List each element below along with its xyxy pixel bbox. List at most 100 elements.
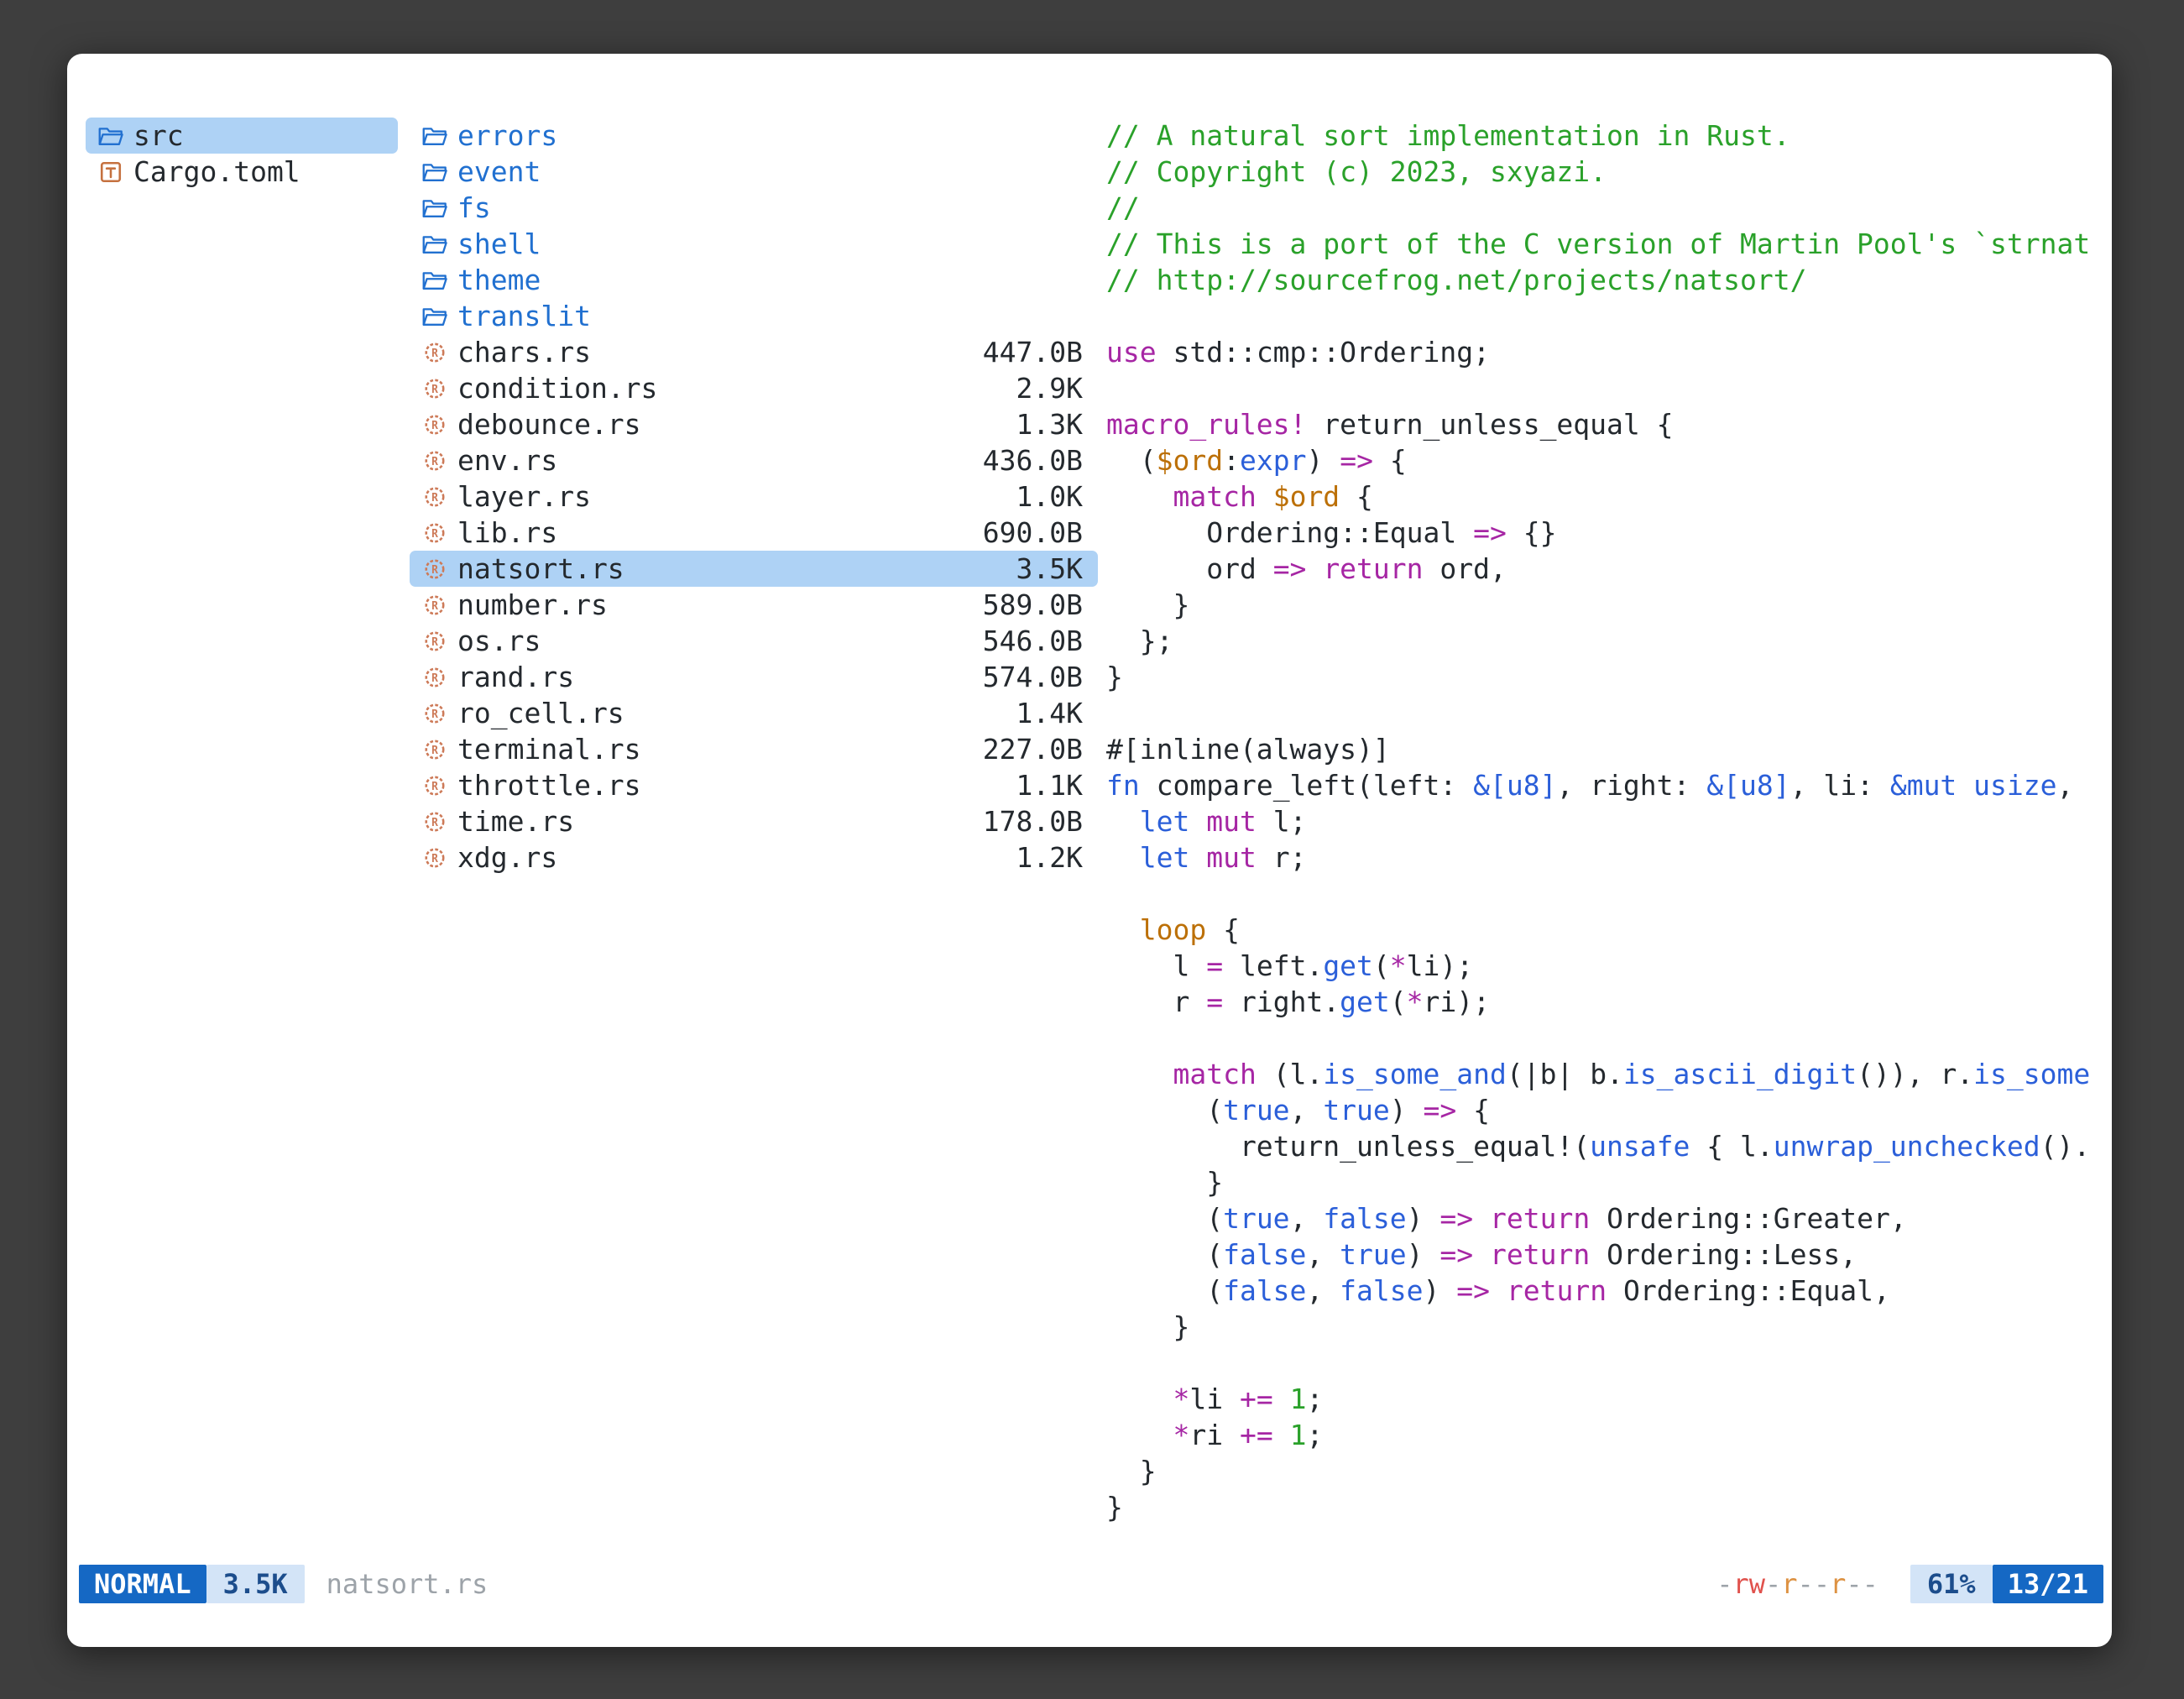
svg-text:R: R — [431, 744, 438, 756]
file-item[interactable]: Rthrottle.rs 1.1K — [410, 767, 1098, 803]
file-size: 227.0B — [983, 733, 1083, 766]
file-item[interactable]: Rnatsort.rs3.5K — [410, 551, 1098, 587]
dir-item[interactable]: errors — [410, 118, 1098, 154]
row-left: Ros.rs — [421, 625, 541, 657]
rust-file-icon: R — [421, 736, 448, 763]
file-item[interactable]: Rnumber.rs 589.0B — [410, 587, 1098, 623]
status-left: NORMAL 3.5K natsort.rs — [79, 1565, 488, 1603]
file-size-chip: 3.5K — [206, 1565, 305, 1603]
row-left: Cargo.toml — [97, 155, 300, 188]
code-line: ($ord:expr) => { — [1106, 442, 2102, 478]
file-item[interactable]: Rchars.rs447.0B — [410, 334, 1098, 370]
code-line: // Copyright (c) 2023, sxyazi. — [1106, 154, 2102, 190]
dir-item[interactable]: event — [410, 154, 1098, 190]
file-name: throttle.rs — [457, 769, 641, 802]
row-left: translit — [421, 300, 591, 332]
code-line: *ri += 1; — [1106, 1417, 2102, 1453]
dir-item[interactable]: translit — [410, 298, 1098, 334]
row-left: Rtime.rs — [421, 805, 574, 838]
file-name: number.rs — [457, 588, 608, 621]
file-item[interactable]: Rlayer.rs1.0K — [410, 478, 1098, 515]
code-line: } — [1106, 587, 2102, 623]
code-line — [1106, 1345, 2102, 1381]
file-item[interactable]: Rtime.rs 178.0B — [410, 803, 1098, 839]
svg-text:R: R — [431, 383, 438, 395]
file-size: 589.0B — [983, 588, 1083, 621]
code-line: } — [1106, 1453, 2102, 1489]
row-left: Rchars.rs — [421, 336, 591, 369]
code-line — [1106, 298, 2102, 334]
toml-file-icon — [97, 159, 124, 186]
parent-pane: srcCargo.toml — [86, 118, 398, 190]
code-line: // http://sourcefrog.net/projects/natsor… — [1106, 262, 2102, 298]
code-line: ord => return ord, — [1106, 551, 2102, 587]
rust-file-icon: R — [421, 664, 448, 691]
code-line: l = left.get(*li); — [1106, 948, 2102, 984]
row-left: Rterminal.rs — [421, 733, 641, 766]
code-line: use std::cmp::Ordering; — [1106, 334, 2102, 370]
file-size: 178.0B — [983, 805, 1083, 838]
file-name: chars.rs — [457, 336, 591, 369]
file-name: event — [457, 155, 541, 188]
dir-item[interactable]: shell — [410, 226, 1098, 262]
status-bar: NORMAL 3.5K natsort.rs -rw-r--r-- 61% 13… — [79, 1565, 2103, 1603]
file-size: 1.3K — [1016, 408, 1083, 441]
rust-file-icon: R — [421, 772, 448, 799]
code-line — [1106, 1020, 2102, 1056]
svg-text:R: R — [431, 527, 438, 540]
code-line: } — [1106, 659, 2102, 695]
row-left: Rlib.rs — [421, 516, 557, 549]
file-item[interactable]: Cargo.toml — [86, 154, 398, 190]
rust-file-icon: R — [421, 375, 448, 402]
file-size: 690.0B — [983, 516, 1083, 549]
code-line: loop { — [1106, 912, 2102, 948]
file-item[interactable]: Rro_cell.rs1.4K — [410, 695, 1098, 731]
dir-item[interactable]: fs — [410, 190, 1098, 226]
svg-text:R: R — [431, 780, 438, 792]
code-line: *li += 1; — [1106, 1381, 2102, 1417]
file-item[interactable]: Rcondition.rs2.9K — [410, 370, 1098, 406]
code-line: #[inline(always)] — [1106, 731, 2102, 767]
code-line: (true, false) => return Ordering::Greate… — [1106, 1200, 2102, 1236]
code-line: return_unless_equal!(unsafe { l.unwrap_u… — [1106, 1128, 2102, 1164]
svg-text:R: R — [431, 599, 438, 612]
file-item[interactable]: Rlib.rs 690.0B — [410, 515, 1098, 551]
dir-item[interactable]: src — [86, 118, 398, 154]
file-name: env.rs — [457, 444, 557, 477]
folder-open-icon — [421, 303, 448, 330]
folder-open-icon — [421, 195, 448, 222]
file-name: src — [133, 119, 184, 152]
code-line: match (l.is_some_and(|b| b.is_ascii_digi… — [1106, 1056, 2102, 1092]
code-line: } — [1106, 1489, 2102, 1525]
permissions-text: -rw-r--r-- — [1716, 1568, 1878, 1600]
code-line: } — [1106, 1164, 2102, 1200]
row-left: Rrand.rs — [421, 661, 574, 693]
dir-item[interactable]: theme — [410, 262, 1098, 298]
file-size: 1.1K — [1016, 769, 1083, 802]
row-left: event — [421, 155, 541, 188]
rust-file-icon: R — [421, 844, 448, 871]
file-name: xdg.rs — [457, 841, 557, 874]
code-line: Ordering::Equal => {} — [1106, 515, 2102, 551]
code-line: } — [1106, 1309, 2102, 1345]
preview-pane: // A natural sort implementation in Rust… — [1106, 118, 2102, 1525]
rust-file-icon: R — [421, 411, 448, 438]
svg-text:R: R — [431, 563, 438, 576]
file-item[interactable]: Rdebounce.rs1.3K — [410, 406, 1098, 442]
rust-file-icon: R — [421, 339, 448, 366]
file-item[interactable]: Rterminal.rs 227.0B — [410, 731, 1098, 767]
rust-file-icon: R — [421, 447, 448, 474]
code-line: fn compare_left(left: &[u8], right: &[u8… — [1106, 767, 2102, 803]
file-name: condition.rs — [457, 372, 657, 405]
code-line — [1106, 695, 2102, 731]
file-item[interactable]: Rrand.rs574.0B — [410, 659, 1098, 695]
file-size: 546.0B — [983, 625, 1083, 657]
file-item[interactable]: Rxdg.rs1.2K — [410, 839, 1098, 876]
file-name: ro_cell.rs — [457, 697, 624, 729]
svg-text:R: R — [431, 455, 438, 468]
code-line: // A natural sort implementation in Rust… — [1106, 118, 2102, 154]
file-item[interactable]: Ros.rs 546.0B — [410, 623, 1098, 659]
row-left: Rcondition.rs — [421, 372, 657, 405]
file-item[interactable]: Renv.rs436.0B — [410, 442, 1098, 478]
file-name: Cargo.toml — [133, 155, 300, 188]
